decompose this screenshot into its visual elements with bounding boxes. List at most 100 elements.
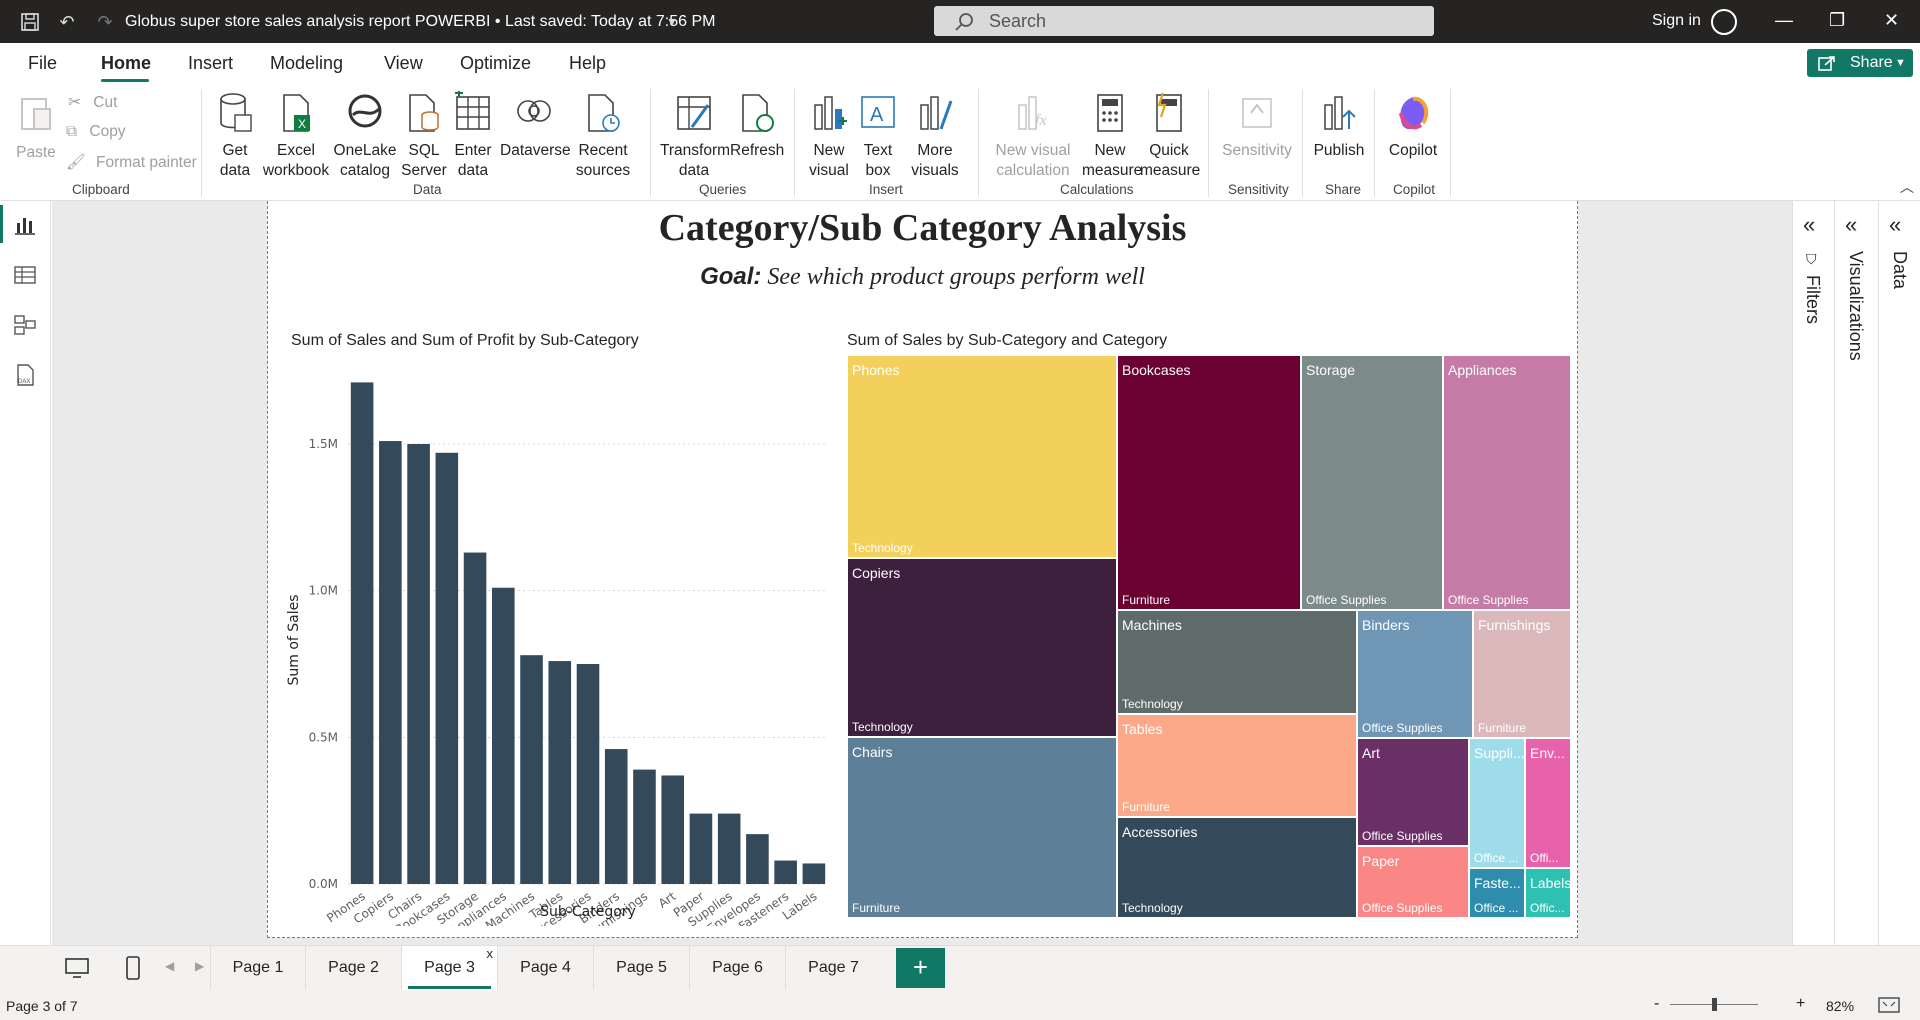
expand-filters-icon[interactable]: « xyxy=(1803,212,1815,238)
bar-copiers[interactable] xyxy=(379,441,402,884)
new-visual-calculation-button[interactable]: fx New visual calculation xyxy=(988,91,1078,181)
next-page-icon[interactable]: ▶ xyxy=(195,959,204,973)
treemap-cell[interactable]: Labels Offic... xyxy=(1525,868,1571,918)
bar-furnishings[interactable] xyxy=(633,769,656,884)
bar-accessories[interactable] xyxy=(576,664,600,884)
treemap-chart[interactable]: Phones Technology Copiers Technology Chairs F… xyxy=(847,355,1571,918)
treemap-cell[interactable]: Env... Offi... xyxy=(1525,738,1571,868)
copilot-button[interactable]: Copilot xyxy=(1384,91,1442,161)
close-page-icon[interactable]: x xyxy=(487,932,494,976)
refresh-button[interactable]: Refresh xyxy=(730,91,784,161)
search-box[interactable]: Search xyxy=(934,6,1434,36)
bar-fasteners[interactable] xyxy=(774,860,797,884)
treemap-cell[interactable]: Furnishings Furniture xyxy=(1473,610,1571,738)
collapse-ribbon-icon[interactable]: ︿ xyxy=(1900,177,1914,197)
transform-data-button[interactable]: Transform data xyxy=(660,91,730,181)
data-pane[interactable]: « Data xyxy=(1878,201,1920,945)
treemap-cell[interactable]: Tables Furniture xyxy=(1117,714,1357,817)
fit-to-page-icon[interactable] xyxy=(1878,997,1900,1013)
expand-data-icon[interactable]: « xyxy=(1889,212,1901,238)
dataverse-button[interactable]: Dataverse xyxy=(500,91,571,161)
zoom-slider-thumb[interactable] xyxy=(1712,998,1717,1011)
save-icon[interactable] xyxy=(19,11,41,33)
bar-chairs[interactable] xyxy=(407,444,430,884)
sql-server-button[interactable]: SQL Server xyxy=(399,91,449,181)
avatar-icon[interactable] xyxy=(1711,9,1737,35)
bar-paper[interactable] xyxy=(689,813,713,884)
excel-workbook-button[interactable]: X Excel workbook xyxy=(262,91,330,181)
close-icon[interactable]: ✕ xyxy=(1884,10,1899,31)
undo-icon[interactable]: ↶ xyxy=(56,11,78,33)
bar-tables[interactable] xyxy=(548,661,572,884)
menu-optimize[interactable]: Optimize xyxy=(460,53,531,74)
menu-insert[interactable]: Insert xyxy=(188,53,233,74)
bar-storage[interactable] xyxy=(463,552,487,884)
treemap-cell[interactable]: Accessories Technology xyxy=(1117,817,1357,918)
bar-bookcases[interactable] xyxy=(435,452,459,884)
publish-button[interactable]: Publish xyxy=(1312,91,1366,161)
onelake-catalog-button[interactable]: OneLake catalog xyxy=(333,91,397,181)
bar-art[interactable] xyxy=(661,775,684,884)
page-tab[interactable]: Page 7 xyxy=(785,946,881,990)
more-visuals-button[interactable]: More visuals xyxy=(903,91,967,181)
menu-help[interactable]: Help xyxy=(569,53,606,74)
prev-page-icon[interactable]: ◀ xyxy=(165,959,174,973)
treemap-cell[interactable]: Suppli... Office ... xyxy=(1469,738,1525,868)
bar-machines[interactable] xyxy=(520,655,543,884)
new-visual-button[interactable]: New visual xyxy=(804,91,854,181)
enter-data-button[interactable]: Enter data xyxy=(449,89,497,181)
page-tab[interactable]: Page 6 xyxy=(689,946,785,990)
filters-pane[interactable]: « ⛉ Filters xyxy=(1792,201,1833,945)
cut-button[interactable]: ✂ Cut xyxy=(68,93,117,112)
treemap-cell[interactable]: Faste... Office ... xyxy=(1469,868,1525,918)
treemap-cell[interactable]: Bookcases Furniture xyxy=(1117,355,1301,610)
zoom-out-button[interactable]: - xyxy=(1654,995,1659,1013)
format-painter-button[interactable]: 🖌 Format painter xyxy=(66,153,197,172)
bar-labels[interactable] xyxy=(802,863,826,884)
report-view-icon[interactable] xyxy=(13,213,37,237)
recent-sources-button[interactable]: Recent sources xyxy=(570,91,636,181)
new-measure-button[interactable]: New measure xyxy=(1082,91,1142,181)
title-dropdown-icon[interactable]: ▼ xyxy=(661,11,683,33)
page-tab[interactable]: Page 3x xyxy=(401,946,497,990)
add-page-button[interactable]: + xyxy=(896,948,945,988)
bar-appliances[interactable] xyxy=(492,587,515,884)
dax-query-view-icon[interactable]: DAX xyxy=(13,363,37,387)
redo-icon[interactable]: ↷ xyxy=(94,11,116,33)
page-tab[interactable]: Page 4 xyxy=(497,946,593,990)
mobile-layout-icon[interactable] xyxy=(124,955,142,981)
bar-chart[interactable]: 0.0M0.5M1.0M1.5MPhonesCopiersChairsBookc… xyxy=(278,356,838,926)
menu-modeling[interactable]: Modeling xyxy=(270,53,343,74)
expand-visualizations-icon[interactable]: « xyxy=(1845,212,1857,238)
bar-envelopes[interactable] xyxy=(746,834,769,884)
sign-in-button[interactable]: Sign in xyxy=(1652,12,1701,30)
treemap-cell[interactable]: Art Office Supplies xyxy=(1357,738,1469,846)
menu-view[interactable]: View xyxy=(384,53,423,74)
page-tab[interactable]: Page 2 xyxy=(305,946,401,990)
visualizations-pane[interactable]: « Visualizations xyxy=(1834,201,1877,945)
menu-home[interactable]: Home xyxy=(101,53,151,74)
minimize-icon[interactable]: — xyxy=(1775,10,1793,31)
treemap-cell[interactable]: Copiers Technology xyxy=(847,558,1117,737)
zoom-in-button[interactable]: + xyxy=(1796,995,1805,1013)
table-view-icon[interactable] xyxy=(13,263,37,287)
treemap-cell[interactable]: Machines Technology xyxy=(1117,610,1357,714)
get-data-button[interactable]: Get data xyxy=(210,91,260,181)
quick-measure-button[interactable]: Quick measure xyxy=(1140,91,1200,181)
copy-button[interactable]: ⧉ Copy xyxy=(66,123,126,141)
bar-supplies[interactable] xyxy=(717,813,741,884)
treemap-cell[interactable]: Binders Office Supplies xyxy=(1357,610,1473,738)
text-box-button[interactable]: A Text box xyxy=(856,91,900,181)
treemap-cell[interactable]: Paper Office Supplies xyxy=(1357,846,1469,918)
bar-binders[interactable] xyxy=(604,749,628,884)
bar-phones[interactable] xyxy=(350,382,374,884)
menu-file[interactable]: File xyxy=(28,53,57,74)
treemap-cell[interactable]: Appliances Office Supplies xyxy=(1443,355,1571,610)
model-view-icon[interactable] xyxy=(13,313,37,337)
treemap-cell[interactable]: Storage Office Supplies xyxy=(1301,355,1443,610)
treemap-cell[interactable]: Phones Technology xyxy=(847,355,1117,558)
page-tab[interactable]: Page 1 xyxy=(210,946,305,990)
page-tab[interactable]: Page 5 xyxy=(593,946,689,990)
desktop-layout-icon[interactable] xyxy=(64,957,90,979)
maximize-icon[interactable]: ❐ xyxy=(1829,10,1845,31)
